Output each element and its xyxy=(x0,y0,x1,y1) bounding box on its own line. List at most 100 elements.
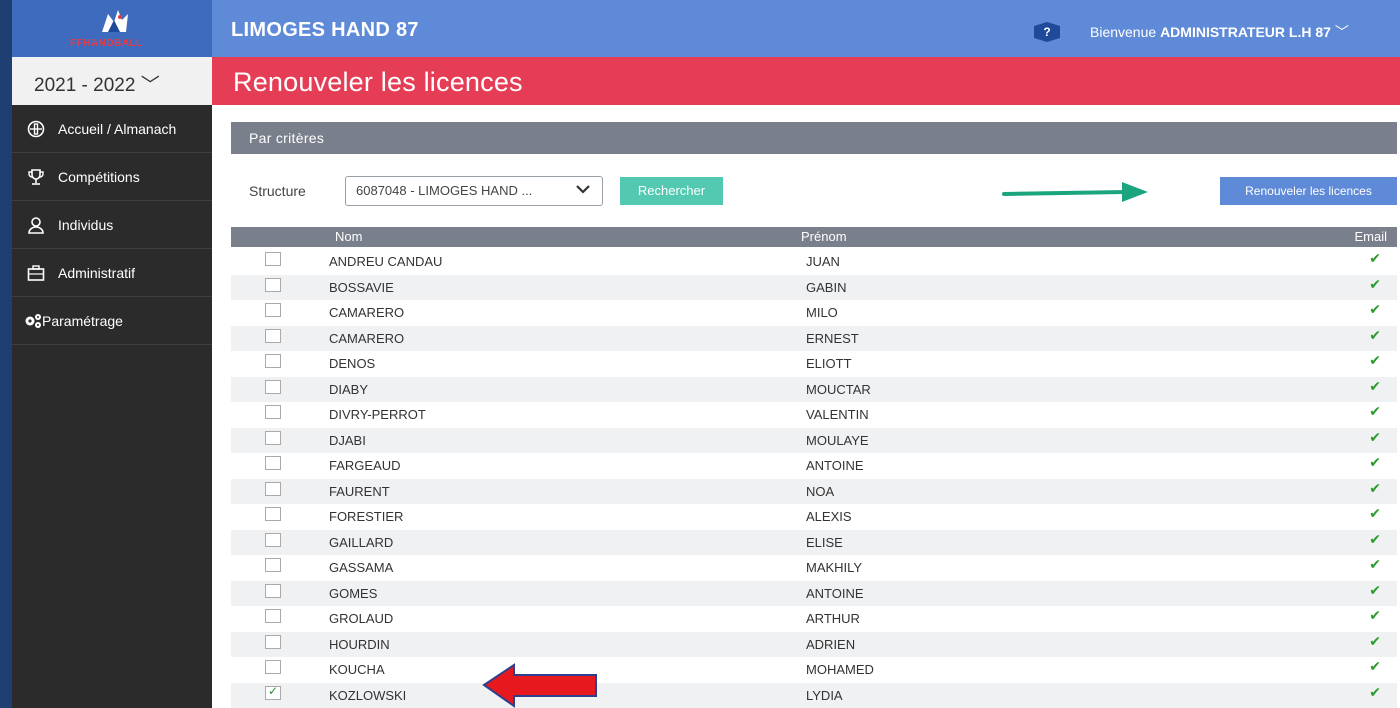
row-checkbox[interactable] xyxy=(265,609,281,623)
cell-nom: DIVRY-PERROT xyxy=(329,407,426,422)
email-check-icon: ✔ xyxy=(1369,327,1381,344)
trophy-icon xyxy=(28,169,44,185)
cell-nom: KOZLOWSKI xyxy=(329,687,407,703)
ffhandball-logo[interactable]: FFHANDBALL xyxy=(12,0,212,57)
table-row[interactable]: BOSSAVIE GABIN ✔ xyxy=(231,274,1397,300)
row-checkbox[interactable] xyxy=(265,660,281,674)
cell-prenom: JUAN xyxy=(806,254,840,269)
row-checkbox-checked[interactable] xyxy=(265,684,281,700)
email-check-icon: ✔ xyxy=(1369,557,1381,573)
cell-nom: GAILLARD xyxy=(329,534,394,550)
table-row[interactable]: CAMARERO MILO ✔ xyxy=(231,300,1397,326)
renew-licences-button[interactable]: Renouveler les licences xyxy=(1220,177,1397,205)
cell-prenom: ANTOINE xyxy=(806,458,864,473)
cell-prenom: ARTHUR xyxy=(806,611,860,626)
season-value: 2021 - 2022 xyxy=(34,75,136,96)
email-check-icon: ✔ xyxy=(1369,480,1381,497)
cell-prenom: MILO xyxy=(806,305,838,320)
search-button[interactable]: Rechercher xyxy=(620,177,723,205)
email-check-icon: ✔ xyxy=(1369,353,1381,369)
sidebar-item-administratif[interactable]: Administratif xyxy=(12,249,212,297)
row-checkbox[interactable] xyxy=(265,634,281,649)
email-check-icon: ✔ xyxy=(1369,684,1381,701)
cell-nom: GOMES xyxy=(329,585,378,601)
table-row[interactable]: GASSAMA MAKHILY ✔ xyxy=(231,555,1397,581)
cell-nom: BOSSAVIE xyxy=(329,279,394,295)
table-row[interactable]: FARGEAUD ANTOINE ✔ xyxy=(231,453,1397,479)
row-checkbox[interactable] xyxy=(265,303,281,317)
table-row[interactable]: GOMES ANTOINE ✔ xyxy=(231,580,1397,606)
table-row[interactable]: CAMARERO ERNEST ✔ xyxy=(231,325,1397,351)
row-checkbox[interactable] xyxy=(265,456,281,470)
cell-nom: DJABI xyxy=(329,432,366,448)
table-row[interactable]: KOUCHA MOHAMED ✔ xyxy=(231,657,1397,683)
email-check-icon: ✔ xyxy=(1369,506,1381,522)
row-checkbox[interactable] xyxy=(265,277,281,292)
sidebar-item-accueil[interactable]: Accueil / Almanach xyxy=(12,105,212,153)
cell-nom: FARGEAUD xyxy=(329,458,401,473)
row-checkbox[interactable] xyxy=(265,558,281,572)
cell-prenom: ERNEST xyxy=(806,330,859,346)
table-row[interactable]: DJABI MOULAYE ✔ xyxy=(231,427,1397,453)
sidebar-item-label: Paramétrage xyxy=(42,313,123,329)
table-row[interactable]: HOURDIN ADRIEN ✔ xyxy=(231,631,1397,657)
row-checkbox[interactable] xyxy=(265,328,281,343)
column-header-nom[interactable]: Nom xyxy=(335,229,362,244)
cell-prenom: LYDIA xyxy=(806,687,843,703)
cell-nom: HOURDIN xyxy=(329,636,390,652)
row-checkbox[interactable] xyxy=(265,379,281,394)
email-check-icon: ✔ xyxy=(1369,659,1381,675)
structure-label: Structure xyxy=(249,183,306,199)
sidebar-item-competitions[interactable]: Compétitions xyxy=(12,153,212,201)
sidebar-item-label: Accueil / Almanach xyxy=(58,121,177,137)
column-header-email[interactable]: Email xyxy=(1354,229,1387,244)
row-checkbox[interactable] xyxy=(265,354,281,368)
table-row[interactable]: FORESTIER ALEXIS ✔ xyxy=(231,504,1397,530)
sidebar-item-parametrage[interactable]: Paramétrage xyxy=(12,297,212,345)
row-checkbox[interactable] xyxy=(265,532,281,547)
briefcase-icon xyxy=(27,265,45,281)
cell-prenom: MOULAYE xyxy=(806,432,869,448)
page-title: Renouveler les licences xyxy=(233,67,523,97)
table-row[interactable]: ANDREU CANDAU JUAN ✔ xyxy=(231,249,1397,275)
cell-nom: CAMARERO xyxy=(329,305,405,320)
logo-text: FFHANDBALL xyxy=(70,38,143,49)
table-row[interactable]: DIABY MOUCTAR ✔ xyxy=(231,376,1397,402)
row-checkbox[interactable] xyxy=(265,430,281,445)
season-label[interactable]: 2021 - 2022 ﹀ xyxy=(34,70,160,97)
table-row[interactable]: DIVRY-PERROT VALENTIN ✔ xyxy=(231,402,1397,428)
gears-icon xyxy=(25,314,41,328)
help-icon[interactable]: ? xyxy=(1034,22,1060,42)
row-checkbox[interactable] xyxy=(265,507,281,521)
table-row[interactable]: DENOS ELIOTT ✔ xyxy=(231,351,1397,377)
cell-nom: CAMARERO xyxy=(329,330,405,346)
almanach-icon xyxy=(27,120,45,138)
rooster-logo-icon xyxy=(102,10,128,32)
sidebar-item-label: Individus xyxy=(58,217,114,233)
row-checkbox[interactable] xyxy=(265,252,281,266)
cell-nom: FORESTIER xyxy=(329,509,404,524)
email-check-icon: ✔ xyxy=(1369,582,1381,599)
email-check-icon: ✔ xyxy=(1369,455,1381,471)
criteria-panel-header[interactable] xyxy=(231,122,1397,154)
user-name: ADMINISTRATEUR L.H 87 xyxy=(1160,24,1331,40)
user-menu[interactable]: Bienvenue ADMINISTRATEUR L.H 87 ﹀ xyxy=(1090,22,1349,42)
user-icon xyxy=(28,217,44,234)
row-checkbox[interactable] xyxy=(265,583,281,598)
email-check-icon: ✔ xyxy=(1369,633,1381,650)
cell-nom: DENOS xyxy=(329,356,376,371)
chevron-down-icon: ﹀ xyxy=(140,75,160,96)
row-checkbox[interactable] xyxy=(265,481,281,496)
table-row[interactable]: FAURENT NOA ✔ xyxy=(231,478,1397,504)
table-row[interactable]: GROLAUD ARTHUR ✔ xyxy=(231,606,1397,632)
table-row[interactable]: KOZLOWSKI LYDIA ✔ xyxy=(231,682,1397,708)
annotation-arrow-left-icon xyxy=(482,663,597,708)
table-row[interactable]: GAILLARD ELISE ✔ xyxy=(231,529,1397,555)
cell-prenom: ADRIEN xyxy=(806,636,856,652)
email-check-icon: ✔ xyxy=(1369,531,1381,548)
row-checkbox[interactable] xyxy=(265,405,281,419)
cell-prenom: ELIOTT xyxy=(806,356,852,371)
column-header-prenom[interactable]: Prénom xyxy=(801,229,847,244)
club-name: LIMOGES HAND 87 xyxy=(231,19,419,41)
sidebar-item-individus[interactable]: Individus xyxy=(12,201,212,249)
